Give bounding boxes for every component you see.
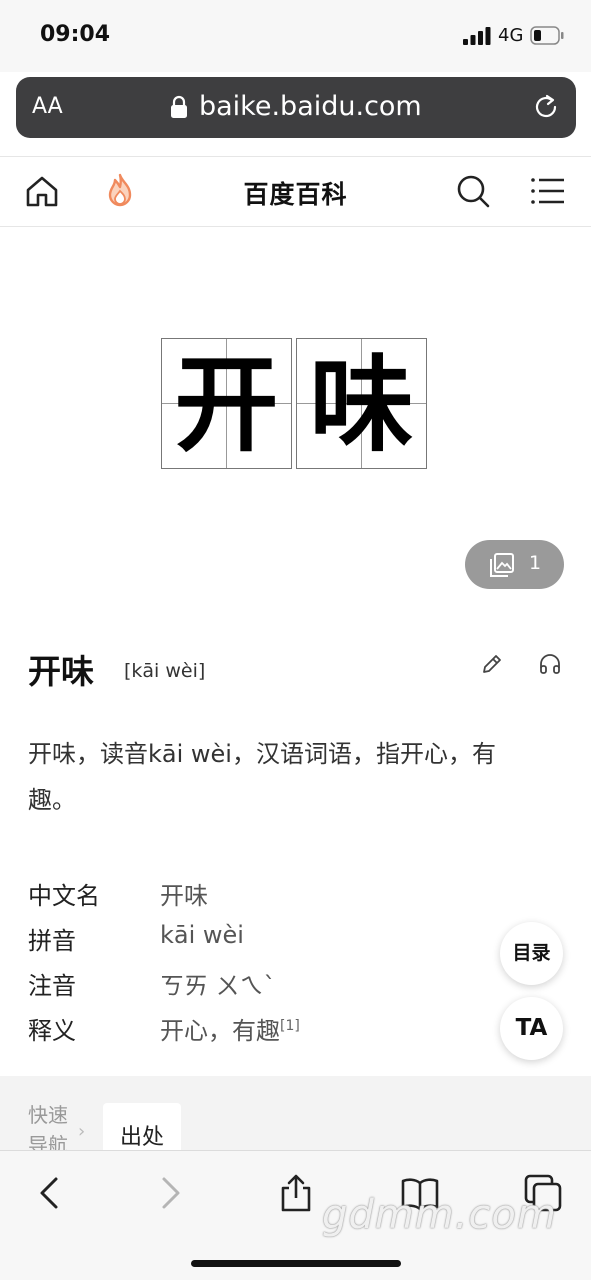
url-text[interactable]: baike.baidu.com (199, 91, 422, 122)
battery-icon (530, 26, 564, 45)
info-value: 开味 (160, 882, 208, 910)
edit-icon[interactable] (480, 652, 504, 676)
site-header: 百度百科 (0, 156, 591, 227)
headphones-icon[interactable] (538, 652, 562, 676)
quick-navigation: 快速导航 › 出处 (0, 1076, 591, 1150)
home-indicator (191, 1260, 401, 1267)
character-glyph-2: 味 (309, 343, 414, 466)
signal-icon (463, 27, 491, 45)
chevron-right-icon: › (78, 1121, 86, 1142)
text-size-button[interactable]: AA (32, 94, 63, 119)
image-gallery-icon (490, 553, 514, 577)
info-value: ㄎㄞ ㄨㄟˋ (160, 972, 276, 1000)
info-value: kāi wèi (160, 921, 244, 949)
search-icon[interactable] (455, 173, 491, 209)
table-of-contents-button[interactable]: 目录 (500, 922, 563, 985)
status-time: 09:04 (40, 22, 111, 47)
character-image-1[interactable]: 开 (161, 338, 292, 469)
forward-icon[interactable] (150, 1173, 190, 1213)
back-icon[interactable] (30, 1173, 70, 1213)
info-key: 中文名 (28, 882, 100, 910)
quick-nav-label: 快速导航 (28, 1103, 68, 1150)
status-bar: 09:04 4G (0, 0, 591, 72)
entry-pinyin: [kāi wèi] (124, 660, 206, 682)
info-value: 开心，有趣[1] (160, 1017, 300, 1045)
address-bar[interactable]: AA baike.baidu.com (16, 77, 576, 138)
info-key: 注音 (28, 972, 76, 1000)
info-key: 释义 (28, 1017, 76, 1045)
reload-icon[interactable] (532, 93, 560, 121)
watermark: gdmm.com (322, 1192, 557, 1238)
entry-summary: 开味，读音kāi wèi，汉语词语，指开心，有趣。 (28, 740, 496, 814)
character-glyph-1: 开 (174, 343, 279, 466)
album-button[interactable]: 1 (465, 540, 564, 589)
site-title[interactable]: 百度百科 (0, 175, 591, 211)
character-image-2[interactable]: 味 (296, 338, 427, 469)
network-type: 4G (498, 25, 524, 46)
info-key: 拼音 (28, 927, 76, 955)
ta-button[interactable]: TA (500, 997, 563, 1060)
entry-title: 开味 (28, 652, 94, 691)
share-icon[interactable] (276, 1173, 316, 1213)
quick-nav-item[interactable]: 出处 (103, 1103, 181, 1150)
lock-icon (171, 95, 187, 118)
citation-link[interactable]: [1] (280, 1018, 300, 1034)
menu-icon[interactable] (530, 173, 566, 209)
image-count: 1 (529, 552, 542, 574)
